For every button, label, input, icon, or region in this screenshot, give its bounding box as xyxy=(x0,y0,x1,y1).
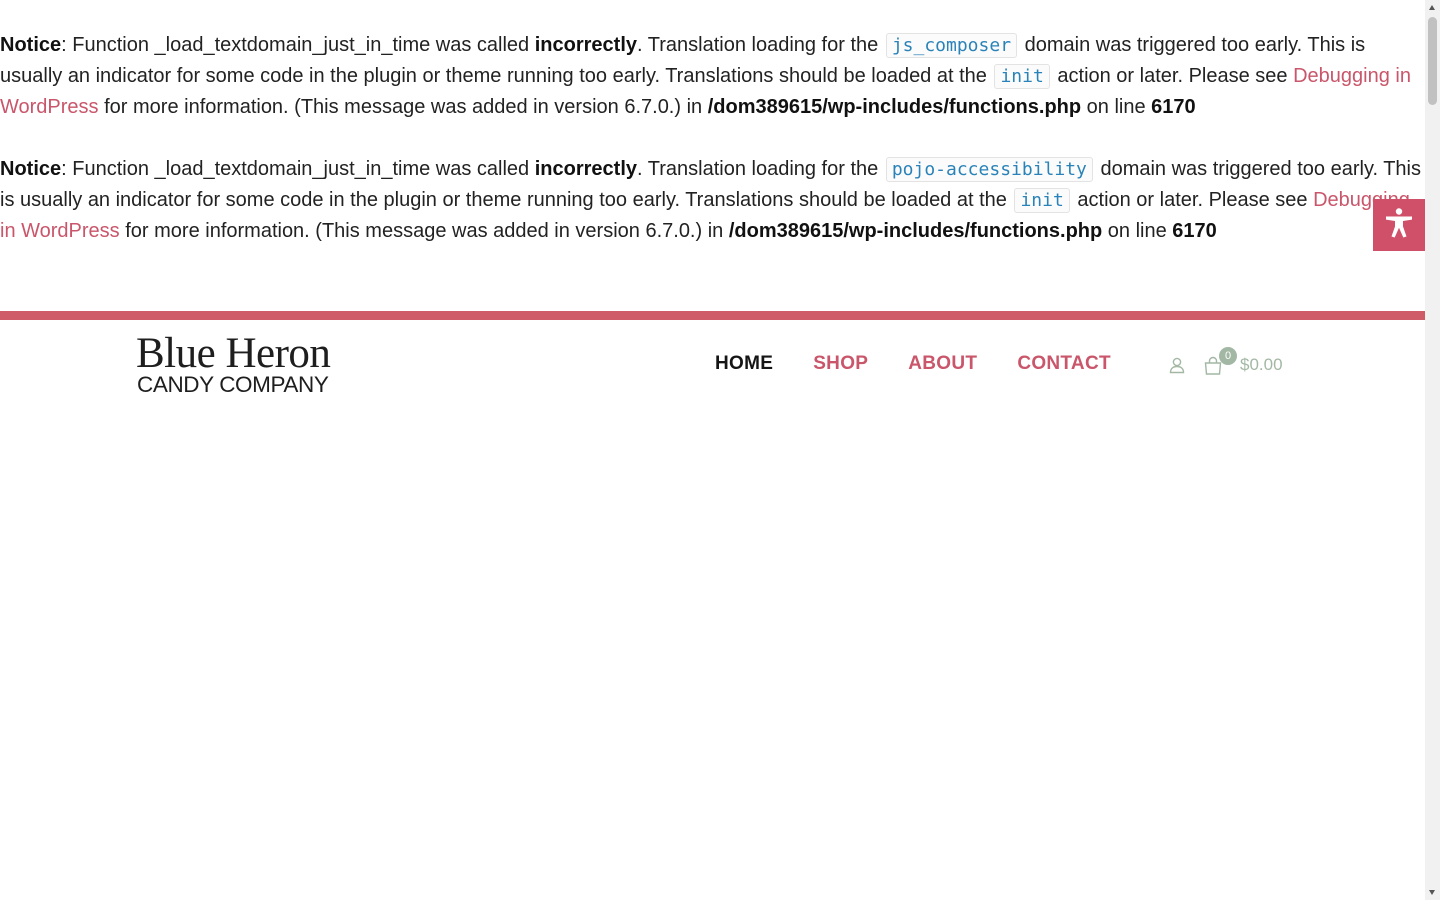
nav-shop[interactable]: SHOP xyxy=(813,353,868,375)
user-icon[interactable] xyxy=(1168,356,1186,374)
init-code: init xyxy=(994,64,1050,89)
nav-home[interactable]: HOME xyxy=(715,353,773,375)
notice-text: : Function _load_textdomain_just_in_time… xyxy=(61,158,535,180)
init-code: init xyxy=(1014,188,1070,213)
notice-text: : Function _load_textdomain_just_in_time… xyxy=(61,34,535,56)
scroll-up-arrow[interactable] xyxy=(1425,0,1440,15)
notice-file: /dom389615/wp-includes/functions.php xyxy=(707,96,1082,118)
notice-text: for more information. (This message was … xyxy=(119,220,729,242)
notice-emphasis: incorrectly xyxy=(534,34,637,56)
nav-about[interactable]: ABOUT xyxy=(908,353,977,375)
cart-count-badge: 0 xyxy=(1219,347,1237,365)
accent-top-bar xyxy=(0,311,1425,320)
cart-total: $0.00 xyxy=(1240,355,1283,374)
accessibility-toolbar-button[interactable] xyxy=(1373,199,1425,251)
notice-text: . Translation loading for the xyxy=(637,34,884,56)
notice-text: action or later. Please see xyxy=(1071,189,1314,211)
scroll-down-arrow[interactable] xyxy=(1425,885,1440,900)
site-logo[interactable]: Blue Heron CANDY COMPANY xyxy=(136,330,364,397)
notice-emphasis: incorrectly xyxy=(534,158,637,180)
site-header: Blue Heron CANDY COMPANY HOME SHOP ABOUT… xyxy=(0,320,1425,410)
php-notice: Notice: Function _load_textdomain_just_i… xyxy=(0,30,1425,123)
notice-text: . Translation loading for the xyxy=(637,158,884,180)
accessibility-icon xyxy=(1382,206,1416,245)
notice-text: on line xyxy=(1081,96,1152,118)
notice-label: Notice xyxy=(0,34,62,56)
notice-text: action or later. Please see xyxy=(1051,65,1294,87)
notice-text: on line xyxy=(1102,220,1173,242)
logo-subtitle: CANDY COMPANY xyxy=(137,372,329,397)
notice-line: 6170 xyxy=(1151,96,1196,118)
scrollbar-thumb[interactable] xyxy=(1428,17,1437,105)
vertical-scrollbar[interactable] xyxy=(1425,0,1440,900)
domain-code: pojo-accessibility xyxy=(885,157,1093,182)
php-notice: Notice: Function _load_textdomain_just_i… xyxy=(0,154,1425,247)
page: Notice: Function _load_textdomain_just_i… xyxy=(0,0,1425,900)
notice-text: for more information. (This message was … xyxy=(98,96,708,118)
domain-code: js_composer xyxy=(885,33,1018,58)
notice-label: Notice xyxy=(0,158,62,180)
cart-button[interactable]: 0 $0.00 xyxy=(1203,347,1293,378)
notice-file: /dom389615/wp-includes/functions.php xyxy=(728,220,1103,242)
logo-title: Blue Heron xyxy=(136,330,331,377)
nav-contact[interactable]: CONTACT xyxy=(1017,353,1111,375)
php-notices: Notice: Function _load_textdomain_just_i… xyxy=(0,30,1425,278)
notice-line: 6170 xyxy=(1172,220,1217,242)
main-nav: HOME SHOP ABOUT CONTACT xyxy=(715,353,1111,375)
